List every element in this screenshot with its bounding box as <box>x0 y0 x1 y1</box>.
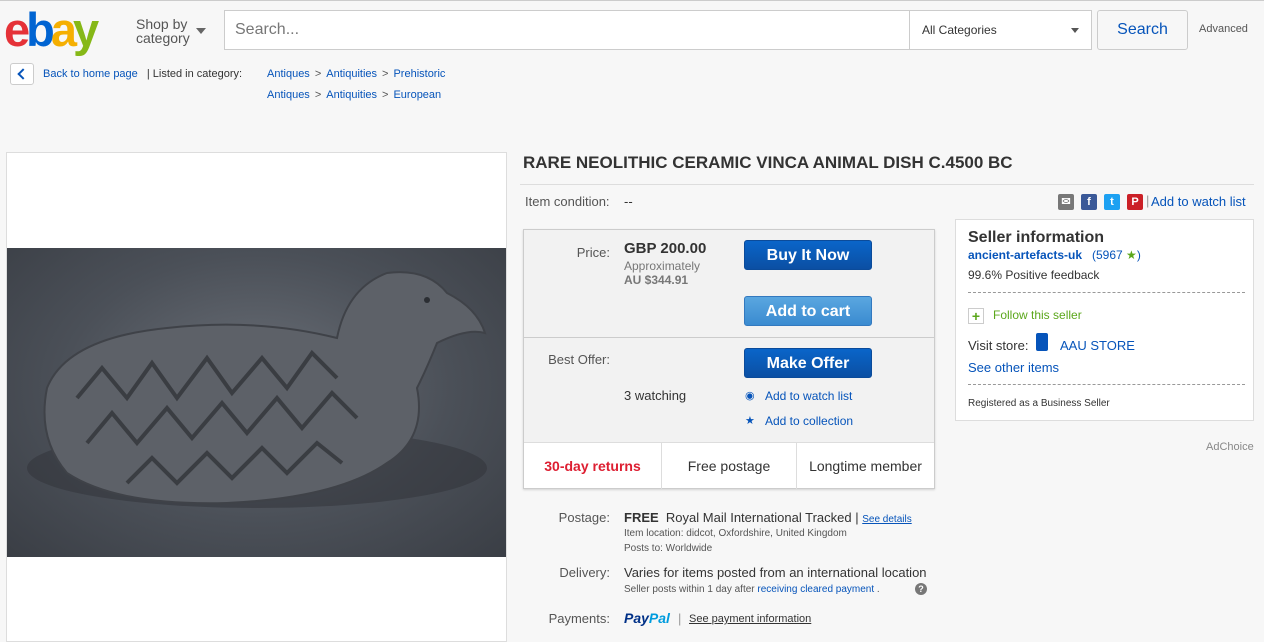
add-to-watch-list-link[interactable]: Add to watch list <box>765 389 852 403</box>
seller-score-close: ) <box>1136 248 1141 262</box>
category-select-value: All Categories <box>922 23 997 37</box>
crumb-link[interactable]: Antiquities <box>326 68 377 80</box>
delivery-note-prefix: Seller posts within 1 day after <box>624 584 755 595</box>
see-details-link[interactable]: See details <box>862 514 911 525</box>
delivery-label: Delivery: <box>559 565 610 580</box>
divider <box>968 292 1245 293</box>
postage-service: Royal Mail International Tracked | <box>665 510 859 525</box>
crumb-link[interactable]: European <box>393 89 441 101</box>
star-icon: ★ <box>1126 248 1137 262</box>
category-select[interactable]: All Categories <box>909 11 1091 49</box>
postage-info: FREE Royal Mail International Tracked | … <box>624 510 912 525</box>
cleared-payment-link[interactable]: receiving cleared payment <box>757 584 874 595</box>
email-icon[interactable]: ✉ <box>1058 194 1074 210</box>
chevron-down-icon[interactable] <box>196 28 206 34</box>
price: GBP 200.00 <box>624 240 707 257</box>
search-input[interactable] <box>225 11 909 49</box>
adchoice-link[interactable]: AdChoice <box>1206 441 1254 453</box>
divider <box>524 337 934 338</box>
see-payment-info-link[interactable]: See payment information <box>689 613 811 625</box>
crumb-separator: > <box>314 89 322 101</box>
ebay-logo[interactable]: ebay <box>4 5 99 55</box>
delivery-note-suffix: . <box>876 584 880 595</box>
business-seller-label: Registered as a Business Seller <box>968 398 1110 409</box>
seller-score[interactable]: (5967 ★) <box>1092 248 1141 262</box>
seller-name-link[interactable]: ancient-artefacts-uk <box>968 248 1082 262</box>
approx-value: AU $344.91 <box>624 273 689 287</box>
back-button[interactable] <box>10 63 34 85</box>
see-other-items-link[interactable]: See other items <box>968 360 1059 375</box>
postage-label: Postage: <box>558 510 610 525</box>
twitter-icon[interactable]: t <box>1104 194 1120 210</box>
delivery-note: Seller posts within 1 day after receivin… <box>624 584 880 595</box>
add-to-collection-link[interactable]: Add to collection <box>765 414 853 428</box>
crumb-link[interactable]: Prehistoric <box>393 68 445 80</box>
posts-to: Posts to: Worldwide <box>624 543 713 554</box>
crumb-link[interactable]: Antiques <box>267 89 310 101</box>
item-photo[interactable] <box>7 248 506 557</box>
divider <box>520 184 1254 185</box>
price-label: Price: <box>576 245 610 260</box>
chevron-left-icon <box>17 68 29 80</box>
shop-by-category[interactable]: Shop by category <box>136 17 190 45</box>
seller-feedback: 99.6% Positive feedback <box>968 268 1100 282</box>
postage-free: FREE <box>624 510 659 525</box>
add-to-cart-button[interactable]: Add to cart <box>744 296 872 326</box>
header: ebay Shop by category All Categories Sea… <box>0 0 1264 58</box>
store-link[interactable]: AAU STORE <box>1060 338 1135 353</box>
breadcrumb: Back to home page | Listed in category: <box>43 68 242 80</box>
seller-heading: Seller information <box>968 229 1105 246</box>
pinterest-icon[interactable]: P <box>1127 194 1143 210</box>
help-icon[interactable]: ? <box>915 583 927 595</box>
store-icon <box>1036 333 1048 351</box>
category-path-2: Antiques > Antiquities > European <box>267 89 441 101</box>
buy-box: Price: GBP 200.00 Approximately AU $344.… <box>523 229 935 489</box>
visit-store-label: Visit store: <box>968 338 1029 353</box>
condition-value: -- <box>624 194 633 209</box>
free-postage-badge: Free postage <box>662 443 797 489</box>
paypal-logo: PayPal <box>624 610 670 626</box>
ceramic-bird-dish-image <box>27 271 487 508</box>
condition-label: Item condition: <box>525 194 610 209</box>
share-separator: | <box>1146 193 1150 208</box>
badges-row: 30-day returns Free postage Longtime mem… <box>524 442 934 489</box>
make-offer-button[interactable]: Make Offer <box>744 348 872 378</box>
delivery-text: Varies for items posted from an internat… <box>624 565 927 580</box>
search-button[interactable]: Search <box>1097 10 1188 50</box>
seller-info-box: Seller information ancient-artefacts-uk … <box>955 219 1254 421</box>
follow-seller-link[interactable]: Follow this seller <box>993 308 1082 322</box>
star-icon: ★ <box>745 415 755 427</box>
chevron-down-icon <box>1071 28 1079 33</box>
eye-icon: ◉ <box>745 390 755 402</box>
crumb-separator: > <box>314 68 322 80</box>
image-panel <box>6 152 507 642</box>
plus-icon[interactable]: + <box>968 308 984 324</box>
approx-label: Approximately <box>624 259 701 273</box>
item-title: RARE NEOLITHIC CERAMIC VINCA ANIMAL DISH… <box>523 153 1013 172</box>
advanced-search-link[interactable]: Advanced <box>1199 23 1248 35</box>
facebook-icon[interactable]: f <box>1081 194 1097 210</box>
payments-label: Payments: <box>548 611 610 626</box>
crumb-separator: > <box>382 89 389 101</box>
seller-score-value: (5967 <box>1092 248 1123 262</box>
longtime-member-badge: Longtime member <box>809 458 922 474</box>
category-path-1: Antiques > Antiquities > Prehistoric <box>267 68 445 80</box>
crumb-separator: > <box>382 68 389 80</box>
shop-by-line2: category <box>136 30 190 46</box>
listed-label: | Listed in category: <box>146 68 243 80</box>
crumb-link[interactable]: Antiquities <box>326 89 377 101</box>
add-to-watch-list-link[interactable]: Add to watch list <box>1151 194 1246 209</box>
crumb-link[interactable]: Antiques <box>267 68 310 80</box>
best-offer-label: Best Offer: <box>548 352 610 367</box>
search-bar: All Categories <box>224 10 1092 50</box>
item-location: Item location: didcot, Oxfordshire, Unit… <box>624 528 847 539</box>
back-to-home-link[interactable]: Back to home page <box>43 68 138 80</box>
payment-separator: | <box>678 611 682 626</box>
returns-badge[interactable]: 30-day returns <box>524 443 662 489</box>
shop-by-line1: Shop by <box>136 16 188 32</box>
watching-count: 3 watching <box>624 388 687 403</box>
divider <box>968 384 1245 385</box>
buy-it-now-button[interactable]: Buy It Now <box>744 240 872 270</box>
